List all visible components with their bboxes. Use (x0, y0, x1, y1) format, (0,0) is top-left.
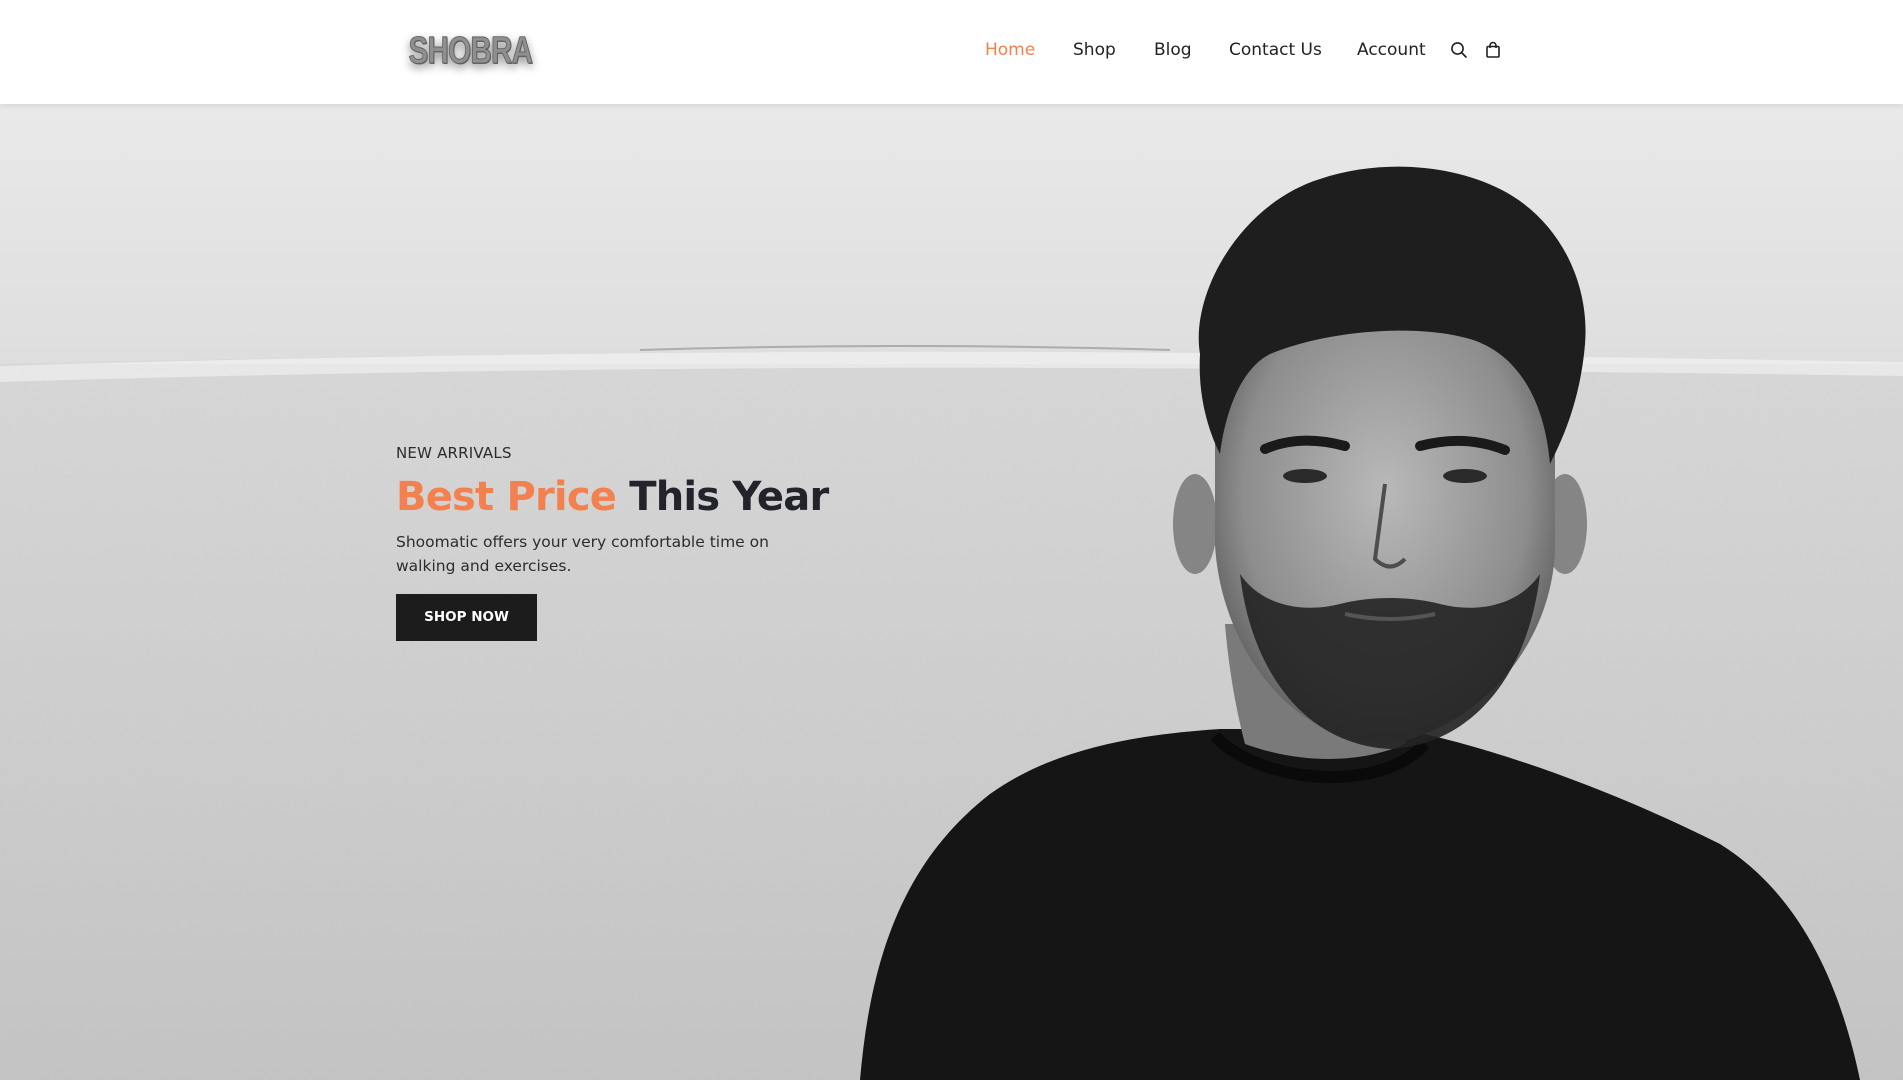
hero-banner: NEW ARRIVALS Best Price This Year Shooma… (0, 104, 1903, 1080)
hero-headline-rest: This Year (629, 474, 829, 520)
nav-item-shop[interactable]: Shop (1073, 40, 1116, 60)
nav-item-home[interactable]: Home (985, 40, 1035, 60)
hero-photo (0, 104, 1903, 1080)
shop-now-button[interactable]: SHOP NOW (396, 594, 537, 641)
hero-headline: Best Price This Year (396, 472, 916, 522)
nav-item-blog[interactable]: Blog (1154, 40, 1192, 60)
nav-item-account[interactable]: Account (1357, 40, 1426, 60)
hero-eyebrow: NEW ARRIVALS (396, 444, 512, 462)
shopping-bag-icon[interactable] (1483, 40, 1503, 60)
hero-subtext: Shoomatic offers your very comfortable t… (396, 533, 769, 575)
nav-item-contact-us[interactable]: Contact Us (1229, 40, 1322, 60)
main-nav: Home Shop Blog Contact Us Account (0, 0, 1903, 104)
hero-content: NEW ARRIVALS Best Price This Year Shooma… (396, 444, 916, 641)
hero-headline-accent: Best Price (396, 474, 617, 520)
search-icon[interactable] (1449, 40, 1469, 60)
site-header: SHOBRA Home Shop Blog Contact Us Account (0, 0, 1903, 104)
